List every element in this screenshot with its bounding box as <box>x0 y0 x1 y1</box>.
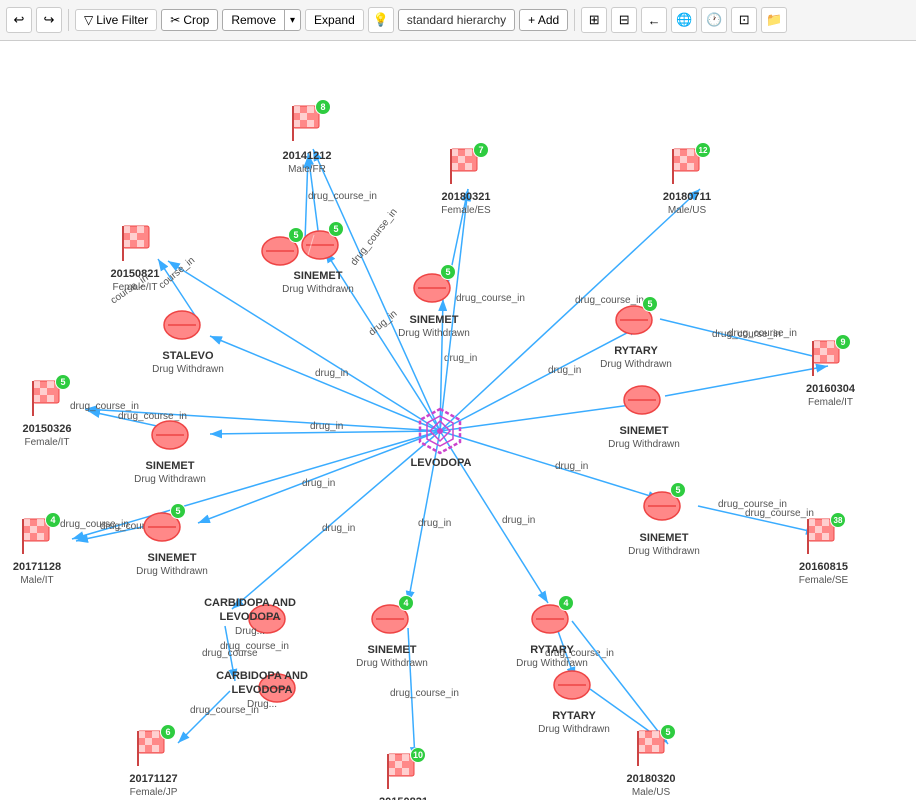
globe-button[interactable]: 🌐 <box>671 7 697 33</box>
drug-node-sinemet-3[interactable] <box>148 413 192 457</box>
graph-area[interactable]: drug_course_in drug_in drug_in drug_in d… <box>0 41 916 800</box>
patient-node-1[interactable]: 8 <box>285 101 329 145</box>
filter-icon: ▽ <box>84 13 93 27</box>
folder-button[interactable]: 📁 <box>761 7 787 33</box>
bulb-icon: 💡 <box>373 12 389 28</box>
center-node[interactable] <box>415 406 465 456</box>
patient-node-6[interactable]: 10 <box>380 749 424 793</box>
expand-button[interactable]: Expand <box>305 9 364 31</box>
svg-text:drug_course: drug_course <box>202 648 258 659</box>
remove-label: Remove <box>223 10 285 30</box>
svg-text:drug_course_in: drug_course_in <box>349 207 400 268</box>
drug-node-sinemet-7[interactable]: 4 <box>368 597 412 641</box>
patient-node-2[interactable] <box>115 221 159 265</box>
drug-node-rytary-11[interactable]: 5 <box>612 298 656 342</box>
drug-node-sinemet-12[interactable] <box>620 378 664 422</box>
svg-text:course_in: course_in <box>157 255 197 291</box>
svg-text:drug_in: drug_in <box>322 523 355 534</box>
svg-text:drug_course_in: drug_course_in <box>728 328 797 339</box>
patient-node-4[interactable]: 4 <box>15 514 59 558</box>
expand-label: Expand <box>314 13 355 27</box>
remove-dropdown-icon[interactable]: ▾ <box>285 12 300 29</box>
svg-text:drug_course_in: drug_course_in <box>545 648 614 659</box>
patient-node-8[interactable]: 38 <box>800 514 844 558</box>
patient-node-9[interactable]: 9 <box>805 336 849 380</box>
patient-node-3[interactable]: 5 <box>25 376 69 420</box>
svg-text:drug_in: drug_in <box>555 461 588 472</box>
remove-button[interactable]: Remove ▾ <box>222 9 301 31</box>
undo-button[interactable]: ↩ <box>6 7 32 33</box>
grid-button[interactable]: ⊞ <box>581 7 607 33</box>
crop-button[interactable]: ✂ Crop <box>161 9 218 31</box>
drug-node-sinemet-13[interactable]: 5 <box>410 266 454 310</box>
patient-node-7[interactable]: 5 <box>630 726 674 770</box>
drug-node-stalevo[interactable] <box>160 303 204 347</box>
redo-button[interactable]: ↪ <box>36 7 62 33</box>
drug-node-sinemet-10[interactable]: 5 <box>640 484 684 528</box>
hierarchy-label: standard hierarchy <box>398 9 515 31</box>
table-button[interactable]: ⊡ <box>731 7 757 33</box>
live-filter-label: Live Filter <box>96 13 148 27</box>
svg-text:drug_in: drug_in <box>302 478 335 489</box>
drug-node-carbidopa-2[interactable] <box>255 666 299 710</box>
bulb-button[interactable]: 💡 <box>368 7 394 33</box>
drug-node-rytary-8[interactable]: 4 <box>528 597 572 641</box>
live-filter-button[interactable]: ▽ Live Filter <box>75 9 157 31</box>
patient-node-11[interactable]: 12 <box>665 144 709 188</box>
separator-1 <box>68 9 69 31</box>
svg-text:drug_course_in: drug_course_in <box>390 688 459 699</box>
add-button[interactable]: + Add <box>519 9 568 31</box>
svg-text:drug_in: drug_in <box>502 515 535 526</box>
svg-text:drug_course_in: drug_course_in <box>456 293 525 304</box>
crop-icon: ✂ <box>170 13 180 27</box>
svg-text:drug_in: drug_in <box>418 518 451 529</box>
drug-node-rytary-9[interactable] <box>550 663 594 707</box>
svg-text:drug_in: drug_in <box>310 421 343 432</box>
patient-node-5[interactable]: 6 <box>130 726 174 770</box>
drug-node-sinemet-14[interactable]: 5 <box>258 229 302 273</box>
drug-node-sinemet-1[interactable]: 5 <box>298 223 342 267</box>
back-button[interactable]: ← <box>641 7 667 33</box>
drug-node-carbidopa-1[interactable] <box>245 597 289 641</box>
add-label: + Add <box>528 13 559 27</box>
split-button[interactable]: ⊟ <box>611 7 637 33</box>
svg-text:drug_course_in: drug_course_in <box>308 191 377 202</box>
svg-text:drug_in: drug_in <box>315 368 348 379</box>
crop-label: Crop <box>183 13 209 27</box>
drug-node-sinemet-4[interactable]: 5 <box>140 505 184 549</box>
patient-node-10[interactable]: 7 <box>443 144 487 188</box>
clock-button[interactable]: 🕐 <box>701 7 727 33</box>
toolbar: ↩ ↪ ▽ Live Filter ✂ Crop Remove ▾ Expand… <box>0 0 916 41</box>
separator-2 <box>574 9 575 31</box>
svg-text:drug_course_in: drug_course_in <box>190 705 259 716</box>
svg-text:drug_in: drug_in <box>548 365 581 376</box>
